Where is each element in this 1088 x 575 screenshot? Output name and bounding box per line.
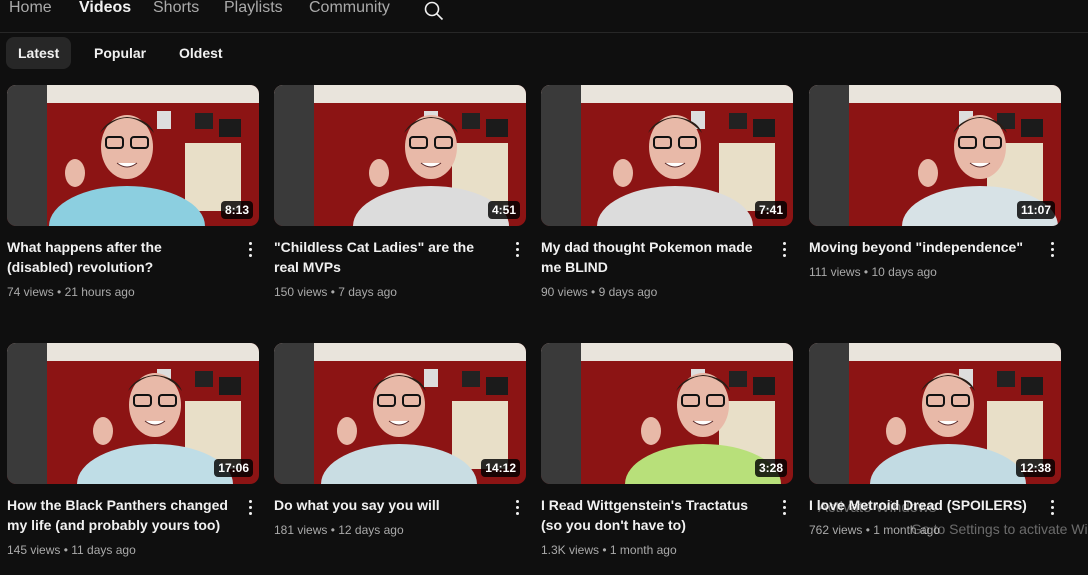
video-card[interactable]: 4:51 "Childless Cat Ladies" are the real…: [274, 85, 526, 299]
video-title[interactable]: Moving beyond "independence": [809, 237, 1031, 257]
more-actions-icon[interactable]: [243, 239, 257, 261]
meta-separator: •: [327, 523, 339, 537]
video-duration-badge: 14:12: [481, 459, 520, 477]
more-actions-icon[interactable]: [510, 497, 524, 519]
video-card[interactable]: 14:12 Do what you say you will 181 views…: [274, 343, 526, 537]
video-title[interactable]: What happens after the (disabled) revolu…: [7, 237, 229, 277]
sort-chip-popular[interactable]: Popular: [82, 37, 158, 69]
video-thumbnail[interactable]: 14:12: [274, 343, 526, 484]
video-title[interactable]: How the Black Panthers changed my life (…: [7, 495, 229, 535]
video-card[interactable]: 17:06 How the Black Panthers changed my …: [7, 343, 259, 557]
meta-separator: •: [599, 543, 610, 557]
view-count: 150 views: [274, 285, 328, 299]
video-duration-badge: 8:13: [220, 201, 253, 219]
more-actions-icon[interactable]: [777, 239, 791, 261]
video-card[interactable]: 8:13 What happens after the (disabled) r…: [7, 85, 259, 299]
video-title[interactable]: My dad thought Pokemon made me BLIND: [541, 237, 763, 277]
video-card[interactable]: 11:07 Moving beyond "independence" 111 v…: [809, 85, 1061, 279]
upload-age: 9 days ago: [598, 285, 658, 299]
upload-age: 10 days ago: [871, 265, 937, 279]
video-thumbnail[interactable]: 11:07: [809, 85, 1061, 226]
video-duration-badge: 11:07: [1016, 201, 1055, 219]
tab-home[interactable]: Home: [9, 0, 52, 17]
meta-separator: •: [860, 265, 872, 279]
view-count: 74 views: [7, 285, 54, 299]
activation-watermark-title: Activate Windows: [818, 499, 937, 516]
video-duration-badge: 12:38: [1016, 459, 1055, 477]
video-duration-badge: 3:28: [754, 459, 787, 477]
meta-separator: •: [327, 285, 339, 299]
video-meta: 145 views • 11 days ago: [7, 542, 136, 558]
upload-age: 12 days ago: [338, 523, 404, 537]
view-count: 90 views: [541, 285, 588, 299]
upload-age: 7 days ago: [338, 285, 397, 299]
more-actions-icon[interactable]: [777, 497, 791, 519]
video-card[interactable]: 7:41 My dad thought Pokemon made me BLIN…: [541, 85, 793, 299]
video-duration-badge: 4:51: [487, 201, 520, 219]
video-card[interactable]: 3:28 I Read Wittgenstein's Tractatus (so…: [541, 343, 793, 557]
more-actions-icon[interactable]: [1045, 239, 1059, 261]
tab-videos[interactable]: Videos: [79, 0, 131, 17]
sort-chip-latest[interactable]: Latest: [6, 37, 72, 69]
tab-playlists[interactable]: Playlists: [224, 0, 283, 17]
meta-separator: •: [53, 285, 65, 299]
video-title[interactable]: I Read Wittgenstein's Tractatus (so you …: [541, 495, 763, 535]
meta-separator: •: [60, 543, 72, 557]
meta-separator: •: [862, 523, 874, 537]
channel-tab-bar: Home Videos Shorts Playlists Community: [0, 0, 1088, 33]
video-duration-badge: 17:06: [214, 459, 253, 477]
sort-chip-oldest[interactable]: Oldest: [167, 37, 235, 69]
video-thumbnail[interactable]: 7:41: [541, 85, 793, 226]
search-icon[interactable]: [423, 0, 445, 22]
upload-age: 1 month ago: [609, 543, 677, 557]
video-card[interactable]: 12:38 I love Metroid Dread (SPOILERS) 76…: [809, 343, 1061, 537]
upload-age: 21 hours ago: [64, 285, 135, 299]
view-count: 145 views: [7, 543, 61, 557]
tab-community[interactable]: Community: [309, 0, 390, 17]
video-meta: 150 views • 7 days ago: [274, 284, 397, 300]
video-thumbnail[interactable]: 8:13: [7, 85, 259, 226]
more-actions-icon[interactable]: [1045, 497, 1059, 519]
video-thumbnail[interactable]: 4:51: [274, 85, 526, 226]
view-count: 181 views: [274, 523, 328, 537]
video-meta: 111 views • 10 days ago: [809, 264, 937, 280]
more-actions-icon[interactable]: [510, 239, 524, 261]
more-actions-icon[interactable]: [243, 497, 257, 519]
video-thumbnail[interactable]: 3:28: [541, 343, 793, 484]
video-meta: 181 views • 12 days ago: [274, 522, 404, 538]
video-duration-badge: 7:41: [754, 201, 787, 219]
tab-shorts[interactable]: Shorts: [153, 0, 199, 17]
view-count: 1.3K views: [541, 543, 600, 557]
view-count: 762 views: [809, 523, 863, 537]
video-thumbnail[interactable]: 17:06: [7, 343, 259, 484]
video-title[interactable]: "Childless Cat Ladies" are the real MVPs: [274, 237, 496, 277]
video-title[interactable]: Do what you say you will: [274, 495, 496, 515]
video-meta: 1.3K views • 1 month ago: [541, 542, 677, 558]
view-count: 111 views: [809, 265, 861, 279]
activation-watermark-subtitle: Go to Settings to activate Windows.: [911, 521, 1088, 537]
upload-age: 11 days ago: [71, 543, 136, 557]
video-meta: 74 views • 21 hours ago: [7, 284, 135, 300]
video-thumbnail[interactable]: 12:38: [809, 343, 1061, 484]
video-meta: 90 views • 9 days ago: [541, 284, 657, 300]
meta-separator: •: [587, 285, 599, 299]
